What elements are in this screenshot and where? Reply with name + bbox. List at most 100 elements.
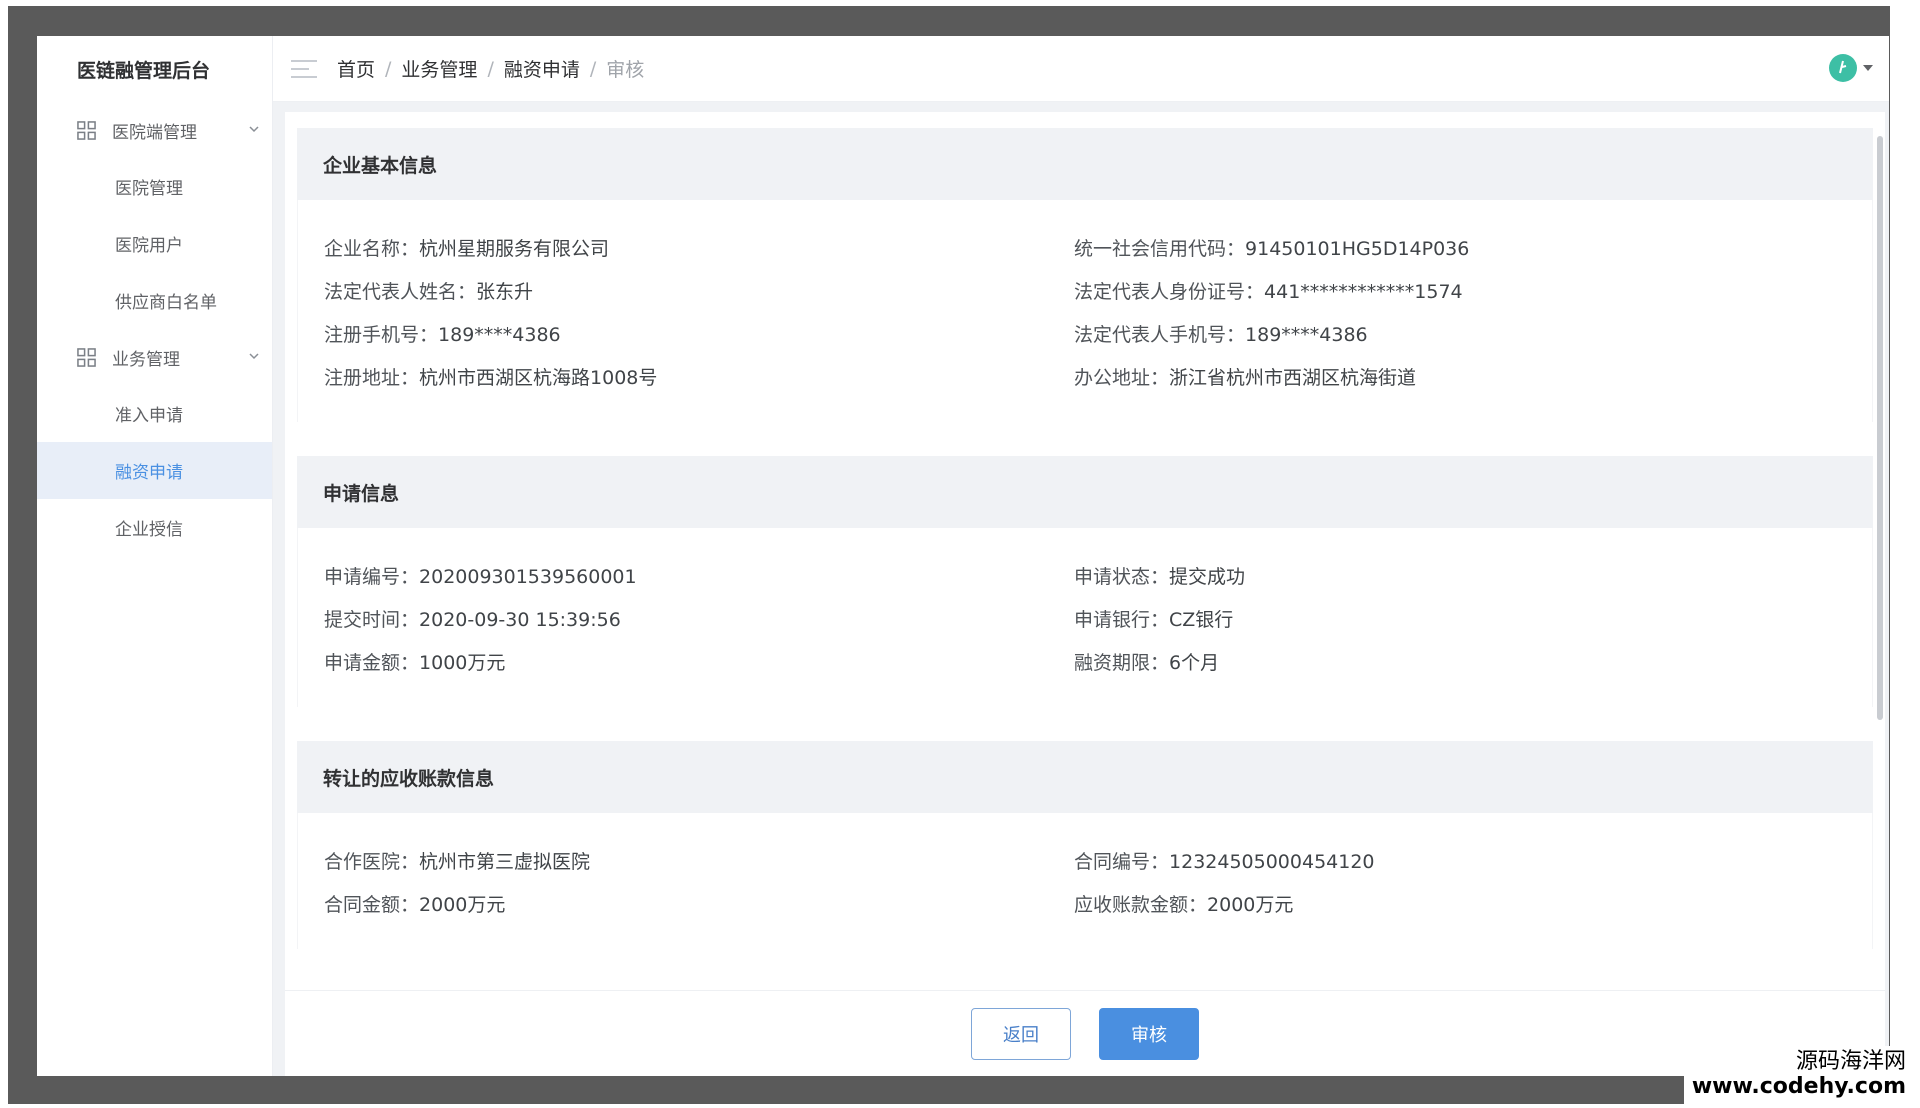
user-menu[interactable]	[1829, 54, 1873, 82]
section-title: 申请信息	[297, 456, 1873, 528]
vertical-scrollbar[interactable]	[1877, 136, 1883, 720]
watermark-line1: 源码海洋网	[1795, 1049, 1906, 1074]
field-label: 申请编号：	[324, 566, 420, 588]
info-row: 申请编号：202009301539560001 申请状态：提交成功	[324, 554, 1872, 597]
info-field: 法定代表人姓名：张东升	[324, 277, 1074, 304]
info-row: 注册手机号：189****4386 法定代表人手机号：189****4386	[324, 312, 1872, 355]
breadcrumb-separator: /	[385, 57, 392, 80]
info-row: 企业名称：杭州星期服务有限公司 统一社会信用代码：91450101HG5D14P…	[324, 226, 1872, 269]
chevron-down-icon	[249, 126, 259, 133]
field-label: 法定代表人手机号：	[1074, 324, 1246, 346]
sidebar-item-financing-application[interactable]: 融资申请	[37, 442, 272, 499]
field-label: 合同编号：	[1074, 851, 1170, 873]
field-label: 注册地址：	[324, 367, 420, 389]
field-value: 202009301539560001	[419, 566, 637, 588]
app-window: 医链融管理后台 医院端管理 医院管理 医院用户 供应商白名单 业务管理 准入申请…	[37, 36, 1889, 1076]
field-label: 提交时间：	[324, 609, 420, 631]
field-value: 杭州星期服务有限公司	[419, 238, 610, 260]
info-field: 合同金额：2000万元	[324, 890, 1074, 917]
app-title: 医链融管理后台	[77, 59, 211, 82]
field-label: 申请银行：	[1074, 609, 1170, 631]
info-field: 应收账款金额：2000万元	[1074, 890, 1824, 917]
field-label: 法定代表人姓名：	[324, 281, 477, 303]
sidebar-item-hospital-users[interactable]: 医院用户	[37, 215, 272, 272]
section-body: 申请编号：202009301539560001 申请状态：提交成功 提交时间：2…	[297, 528, 1873, 707]
sidebar-item-access-application[interactable]: 准入申请	[37, 385, 272, 442]
info-field: 企业名称：杭州星期服务有限公司	[324, 234, 1074, 261]
sidebar-group-label: 业务管理	[112, 349, 180, 370]
sidebar-item-supplier-whitelist[interactable]: 供应商白名单	[37, 272, 272, 329]
section-body: 企业名称：杭州星期服务有限公司 统一社会信用代码：91450101HG5D14P…	[297, 200, 1873, 422]
grid-icon	[77, 347, 96, 367]
info-field: 办公地址：浙江省杭州市西湖区杭海街道	[1074, 363, 1824, 390]
field-label: 申请金额：	[324, 652, 420, 674]
audit-button[interactable]: 审核	[1099, 1007, 1199, 1060]
sidebar-item-hospital-management[interactable]: 医院管理	[37, 158, 272, 215]
field-label: 融资期限：	[1074, 652, 1170, 674]
info-field: 统一社会信用代码：91450101HG5D14P036	[1074, 234, 1824, 261]
info-field: 注册手机号：189****4386	[324, 320, 1074, 347]
sidebar-group-business[interactable]: 业务管理	[37, 329, 272, 385]
info-row: 提交时间：2020-09-30 15:39:56 申请银行：CZ银行	[324, 597, 1872, 640]
avatar-glyph-icon	[1839, 60, 1847, 74]
breadcrumb-current: 审核	[606, 59, 645, 81]
breadcrumb-home[interactable]: 首页	[337, 55, 375, 82]
field-value: 提交成功	[1169, 566, 1246, 588]
field-label: 合作医院：	[324, 851, 420, 873]
field-value: 2020-09-30 15:39:56	[419, 609, 621, 631]
sidebar-item-enterprise-credit[interactable]: 企业授信	[37, 499, 272, 556]
field-label: 注册手机号：	[324, 324, 439, 346]
section-title: 转让的应收账款信息	[297, 741, 1873, 813]
field-value: 441************1574	[1264, 281, 1463, 303]
info-field: 申请编号：202009301539560001	[324, 562, 1074, 589]
field-value: 张东升	[476, 281, 534, 303]
field-value: 浙江省杭州市西湖区杭海街道	[1169, 367, 1417, 389]
info-field: 申请状态：提交成功	[1074, 562, 1824, 589]
field-label: 合同金额：	[324, 894, 420, 916]
section-company-info: 企业基本信息 企业名称：杭州星期服务有限公司 统一社会信用代码：91450101…	[297, 128, 1873, 422]
watermark: 源码海洋网 www.codehy.com	[1683, 1046, 1914, 1104]
info-row: 注册地址：杭州市西湖区杭海路1008号 办公地址：浙江省杭州市西湖区杭海街道	[324, 355, 1872, 398]
screenshot-frame: 医链融管理后台 医院端管理 医院管理 医院用户 供应商白名单 业务管理 准入申请…	[0, 0, 1920, 1108]
section-body: 合作医院：杭州市第三虚拟医院 合同编号：12324505000454120 合同…	[297, 813, 1873, 949]
info-row: 合作医院：杭州市第三虚拟医院 合同编号：12324505000454120	[324, 839, 1872, 882]
menu-toggle-icon[interactable]	[291, 58, 317, 80]
info-field: 法定代表人手机号：189****4386	[1074, 320, 1824, 347]
breadcrumb: 首页 / 业务管理 / 融资申请 / 审核	[337, 55, 644, 82]
info-field: 申请金额：1000万元	[324, 648, 1074, 675]
info-field: 合作医院：杭州市第三虚拟医院	[324, 847, 1074, 874]
sidebar-group-label: 医院端管理	[112, 122, 197, 143]
section-title: 企业基本信息	[297, 128, 1873, 200]
field-label: 统一社会信用代码：	[1074, 238, 1246, 260]
info-field: 法定代表人身份证号：441************1574	[1074, 277, 1824, 304]
field-value: 6个月	[1169, 652, 1220, 674]
back-button[interactable]: 返回	[971, 1007, 1071, 1060]
field-value: CZ银行	[1169, 609, 1234, 631]
field-value: 2000万元	[1207, 894, 1294, 916]
field-label: 企业名称：	[324, 238, 420, 260]
watermark-line2: www.codehy.com	[1691, 1074, 1906, 1099]
field-value: 189****4386	[438, 324, 561, 346]
info-field: 合同编号：12324505000454120	[1074, 847, 1824, 874]
main-area: 首页 / 业务管理 / 融资申请 / 审核 企业基本信息 企业名称：杭州星期服务…	[273, 36, 1889, 1076]
sidebar: 医链融管理后台 医院端管理 医院管理 医院用户 供应商白名单 业务管理 准入申请…	[37, 36, 273, 1076]
info-row: 法定代表人姓名：张东升 法定代表人身份证号：441************157…	[324, 269, 1872, 312]
sidebar-group-hospital[interactable]: 医院端管理	[37, 102, 272, 158]
field-value: 杭州市第三虚拟医院	[419, 851, 591, 873]
grid-icon	[77, 120, 96, 140]
field-label: 办公地址：	[1074, 367, 1170, 389]
breadcrumb-business[interactable]: 业务管理	[401, 55, 477, 82]
field-label: 法定代表人身份证号：	[1074, 281, 1265, 303]
breadcrumb-separator: /	[589, 57, 597, 80]
breadcrumb-financing[interactable]: 融资申请	[504, 55, 580, 82]
section-application-info: 申请信息 申请编号：202009301539560001 申请状态：提交成功 提…	[297, 456, 1873, 707]
caret-down-icon	[1863, 65, 1873, 71]
info-row: 合同金额：2000万元 应收账款金额：2000万元	[324, 882, 1872, 925]
info-field: 融资期限：6个月	[1074, 648, 1824, 675]
info-row: 申请金额：1000万元 融资期限：6个月	[324, 640, 1872, 683]
field-value: 杭州市西湖区杭海路1008号	[419, 367, 658, 389]
field-label: 申请状态：	[1074, 566, 1170, 588]
top-bar: 首页 / 业务管理 / 融资申请 / 审核	[273, 36, 1889, 102]
field-value: 1000万元	[419, 652, 506, 674]
avatar[interactable]	[1829, 54, 1857, 82]
